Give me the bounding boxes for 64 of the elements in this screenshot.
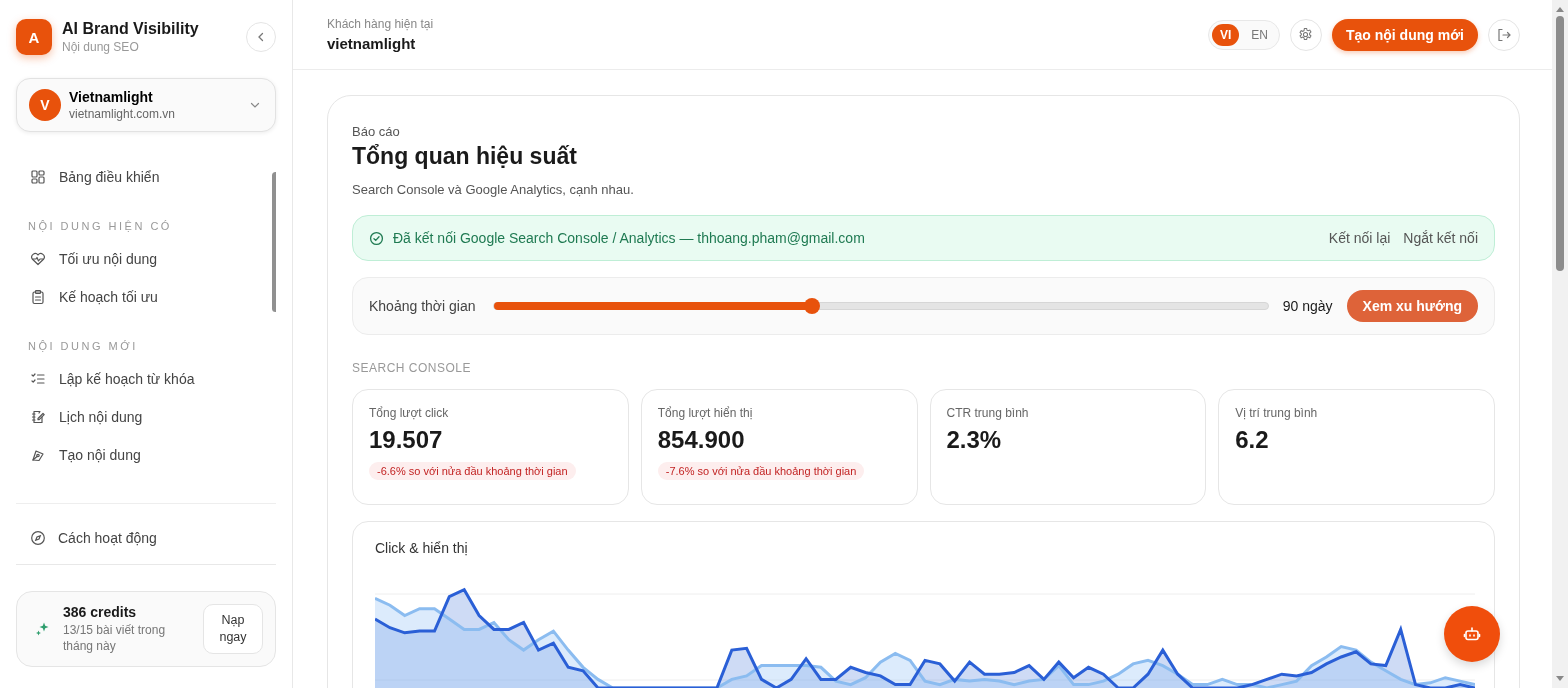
nav-section-heading: NỘI DUNG MỚI — [27, 339, 139, 354]
metric-value: 854.900 — [657, 426, 745, 454]
nav-item[interactable]: Tạo nội dung — [16, 436, 272, 474]
language-option[interactable]: EN — [1243, 23, 1276, 46]
client-name: vietnamlight — [327, 35, 417, 52]
account-avatar: V — [29, 89, 61, 121]
nav-section-heading: NỘI DUNG HIỆN CÓ — [27, 219, 173, 234]
chart-title: Click & hiển thị — [375, 540, 468, 556]
notebook-icon — [30, 409, 46, 425]
metric-change-badge: -6.6% so với nửa đầu khoảng thời gian — [369, 462, 576, 480]
nav-item[interactable]: Lập kế hoạch từ khóa — [16, 360, 272, 398]
help-link[interactable]: Cách hoạt động — [16, 516, 276, 565]
brand-title: AI Brand Visibility — [62, 20, 200, 38]
metric-label: Tổng lượt click — [369, 406, 449, 420]
range-label: Khoảng thời gian — [369, 298, 476, 314]
heart-pulse-icon — [30, 251, 46, 267]
settings-button[interactable] — [1289, 18, 1322, 51]
connection-message: Đã kết nối Google Search Console / Analytics — thhoang.pham@gmail.com — [393, 230, 865, 246]
nav-item[interactable]: Kế hoạch tối ưu — [16, 278, 272, 316]
settings-icon — [1298, 27, 1314, 42]
logout-button[interactable] — [1488, 18, 1520, 51]
check-circle-icon — [369, 230, 384, 246]
section-title: SEARCH CONSOLE — [352, 361, 473, 375]
range-slider-thumb[interactable] — [803, 298, 820, 314]
connection-action-link[interactable]: Kết nối lại — [1328, 230, 1391, 246]
credits-note: 13/15 bài viết trong tháng này — [63, 622, 167, 655]
metric-value: 19.507 — [369, 426, 443, 454]
scroll-down-icon — [1555, 676, 1565, 682]
nav-item[interactable]: Tối ưu nội dung — [16, 240, 272, 278]
account-name: Vietnamlight — [69, 89, 154, 105]
view-trends-button[interactable]: Xem xu hướng — [1346, 290, 1478, 322]
clipboard-icon — [30, 289, 46, 305]
brand-subtitle: Nội dung SEO — [62, 40, 140, 54]
range-reading: 90 ngày — [1282, 298, 1333, 314]
assistant-button[interactable] — [1444, 606, 1500, 662]
language-option[interactable]: VI — [1211, 23, 1240, 46]
metric-label: Tổng lượt hiển thị — [657, 406, 753, 420]
client-caption: Khách hàng hiện tại — [327, 17, 434, 31]
top-up-button[interactable]: Nạp ngay — [203, 604, 263, 655]
nav-item[interactable]: Lịch nội dung — [16, 398, 272, 436]
nav-item[interactable]: Bảng điều khiển — [16, 158, 272, 196]
scroll-up-icon — [1555, 6, 1565, 12]
metric-label: CTR trung bình — [946, 406, 1029, 420]
report-eyebrow: Báo cáo — [352, 124, 401, 139]
report-title: Tổng quan hiệu suất — [352, 143, 578, 170]
metric-label: Vị trí trung bình — [1235, 406, 1318, 420]
logout-icon — [1496, 26, 1512, 43]
create-content-button[interactable]: Tạo nội dung mới — [1331, 18, 1478, 51]
scrollbar-thumb[interactable] — [1556, 16, 1564, 271]
account-domain: vietnamlight.com.vn — [69, 107, 177, 121]
page-scrollbar[interactable] — [1552, 0, 1568, 688]
credits-amount: 386 credits — [63, 604, 138, 620]
connection-action-link[interactable]: Ngắt kết nối — [1403, 230, 1478, 246]
grid-icon — [30, 169, 46, 185]
checklist-icon — [30, 371, 46, 387]
brand-logo: A — [16, 19, 52, 55]
account-switcher[interactable]: V Vietnamlight vietnamlight.com.vn — [16, 78, 276, 132]
compass-icon — [30, 530, 46, 546]
pen-icon — [30, 447, 46, 463]
metric-value: 6.2 — [1235, 426, 1269, 454]
metric-value: 2.3% — [946, 426, 1002, 454]
collapse-sidebar-button[interactable] — [246, 22, 276, 52]
report-subtitle: Search Console và Google Analytics, cạnh nhau. — [352, 182, 635, 197]
metric-change-badge: -7.6% so với nửa đầu khoảng thời gian — [657, 462, 865, 480]
